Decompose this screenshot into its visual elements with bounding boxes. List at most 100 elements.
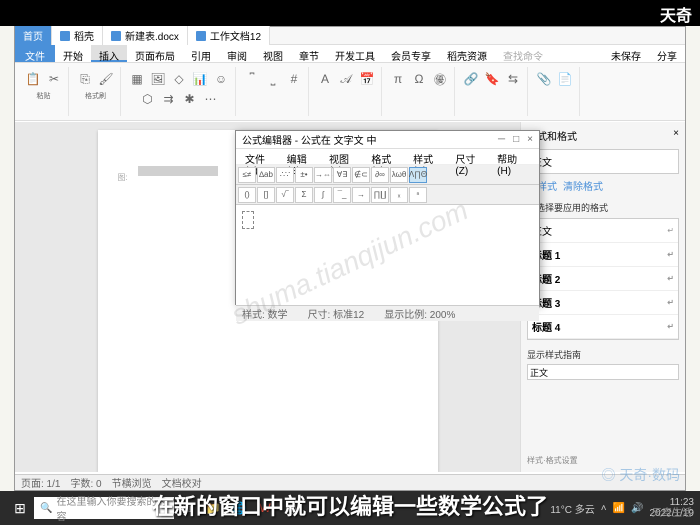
style-normal[interactable]: 正文↵ [528,219,678,243]
doc-icon [111,31,121,41]
mind-icon[interactable]: ✱ [180,89,200,109]
flow-icon[interactable]: ⇉ [159,89,179,109]
number-icon[interactable]: ㊝ [430,69,450,89]
menu-vip[interactable]: 会员专享 [383,45,439,62]
eq-arrow-icon[interactable]: →⇔ [314,167,332,183]
style-h1[interactable]: 标题 1↵ [528,243,678,267]
ribbon-header: ⎴ ⎵ # [238,67,309,116]
crossref-icon[interactable]: ⇆ [503,69,523,89]
menu-res[interactable]: 稻壳资源 [439,45,495,62]
eq-int-icon[interactable]: ∫ [314,187,332,203]
tab-home[interactable]: 首页 [15,26,52,45]
menu-insert[interactable]: 插入 [91,45,127,62]
menu-ref[interactable]: 引用 [183,45,219,62]
style-sidebar: 样式和格式 × 正文 新样式 清除格式 请选择要应用的格式 正文↵ 标题 1↵ … [520,122,685,472]
menu-layout[interactable]: 页面布局 [127,45,183,62]
tab-doc2[interactable]: 工作文档12 [188,26,270,45]
eq-menu-edit[interactable]: 编辑(E) [282,149,324,164]
eq-prod-icon[interactable]: ∏∐ [371,187,389,203]
eq-greek-uc-icon[interactable]: Λ∏Θ [409,167,427,183]
menu-search[interactable]: 查找命令 [495,45,551,62]
eq-logic-icon[interactable]: ∀∃ [333,167,351,183]
style-h3[interactable]: 标题 3↵ [528,291,678,315]
eq-dots-icon[interactable]: ∴∵ [276,167,294,183]
copy-icon[interactable]: ⎘ [75,69,95,89]
menu-unsaved[interactable]: 未保存 [603,45,649,62]
pagenum-icon[interactable]: # [284,69,304,89]
eq-vec-icon[interactable]: → [352,187,370,203]
bookmark-icon[interactable]: 🔖 [482,69,502,89]
eq-fence-icon[interactable]: () [238,187,256,203]
eq-greek-lc-icon[interactable]: λωθ [390,167,408,183]
show-select[interactable] [527,364,679,380]
equation-placeholder[interactable] [138,166,218,176]
tab-docer[interactable]: 稻壳 [52,26,103,45]
eq-editing-area[interactable] [236,205,539,305]
eq-menu-format[interactable]: 格式(T) [366,149,408,164]
eq-sup-icon[interactable]: ⁿ [409,187,427,203]
menu-dev[interactable]: 开发工具 [327,45,383,62]
eq-titlebar[interactable]: 公式编辑器 - 公式在 文字文 中 ─ □ × [236,131,539,149]
header-icon[interactable]: ⎴ [242,69,262,89]
style-h2[interactable]: 标题 2↵ [528,267,678,291]
chart-icon[interactable]: 📊 [190,69,210,89]
footer-icon[interactable]: ⎵ [263,69,283,89]
table-icon[interactable]: ▦ [127,69,147,89]
textbox-icon[interactable]: A [315,69,335,89]
eq-set-icon[interactable]: ∉⊂ [352,167,370,183]
eq-bar-icon[interactable]: ¯_ [333,187,351,203]
eq-menu-size[interactable]: 尺寸(Z) [450,149,492,164]
file-icon[interactable]: 📄 [555,69,575,89]
eq-menu-view[interactable]: 视图(V) [324,149,366,164]
menu-section[interactable]: 章节 [291,45,327,62]
eq-menu-file[interactable]: 文件(F) [240,149,282,164]
eq-menu-help[interactable]: 帮助(H) [492,149,535,164]
menu-start[interactable]: 开始 [55,45,91,62]
link-icon[interactable]: 🔗 [461,69,481,89]
brush-icon[interactable]: 🖌 [96,69,116,89]
cut-icon[interactable]: ✂ [44,69,64,89]
icon-icon[interactable]: ☺ [211,69,231,89]
symbol-icon[interactable]: Ω [409,69,429,89]
menu-view[interactable]: 视图 [255,45,291,62]
clear-format-link[interactable]: 清除格式 [563,178,603,193]
close-icon[interactable]: × [673,128,679,143]
status-page: 页面: 1/1 [21,475,60,490]
image-icon[interactable]: 🖼 [148,69,168,89]
doc-icon [196,31,206,41]
menu-file[interactable]: 文件 [15,45,55,62]
eq-menubar: 文件(F) 编辑(E) 视图(V) 格式(T) 样式(S) 尺寸(Z) 帮助(H… [236,149,539,165]
smartart-icon[interactable]: ⬡ [138,89,158,109]
shape-icon[interactable]: ◇ [169,69,189,89]
paste-icon[interactable]: 📋 [23,69,43,89]
eq-status-zoom: 显示比例: 200% [384,306,455,321]
eq-frac-icon[interactable]: [] [257,187,275,203]
date-icon[interactable]: 📅 [357,69,377,89]
object-icon[interactable]: 📎 [534,69,554,89]
close-icon[interactable]: × [527,134,533,145]
maximize-icon[interactable]: □ [513,134,519,145]
eq-misc-icon[interactable]: ∂∞ [371,167,389,183]
eq-rel-icon[interactable]: ≤≠ [238,167,256,183]
menu-review[interactable]: 审阅 [219,45,255,62]
ribbon-format: ⎘ 🖌 格式刷 [71,67,121,116]
status-section[interactable]: 节横浏览 [112,475,152,490]
eq-title-text: 公式编辑器 - 公式在 文字文 中 [242,132,376,147]
equation-icon[interactable]: π [388,69,408,89]
menubar: 文件 开始 插入 页面布局 引用 审阅 视图 章节 开发工具 会员专享 稻壳资源… [15,45,685,63]
eq-menu-style[interactable]: 样式(S) [408,149,450,164]
eq-space-icon[interactable]: ∆ab [257,167,275,183]
more-icon[interactable]: ⋯ [201,89,221,109]
eq-sub-icon[interactable]: ₓ [390,187,408,203]
minimize-icon[interactable]: ─ [498,134,505,145]
eq-sum-icon[interactable]: Σ [295,187,313,203]
menu-share[interactable]: 分享 [649,45,685,62]
statusbar: 页面: 1/1 字数: 0 节横浏览 文档校对 [15,474,685,490]
eq-root-icon[interactable]: √‾ [276,187,294,203]
wordart-icon[interactable]: 𝒜 [336,69,356,89]
status-spell[interactable]: 文档校对 [162,475,202,490]
style-h4[interactable]: 标题 4↵ [528,315,678,339]
tab-doc1[interactable]: 新建表.docx [103,26,188,45]
eq-op-icon[interactable]: ±• [295,167,313,183]
brand-logo: 天奇 [660,2,692,26]
